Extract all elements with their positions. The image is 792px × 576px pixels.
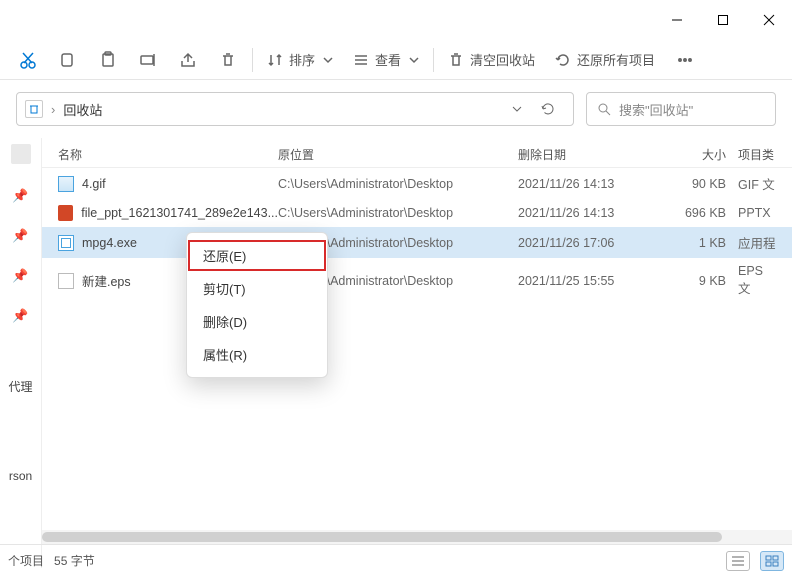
rename-icon[interactable] [128,42,168,78]
file-size: 696 KB [668,206,738,220]
file-date: 2021/11/26 17:06 [518,236,668,250]
col-deldate[interactable]: 删除日期 [518,146,668,163]
file-name: 4.gif [82,177,106,191]
view-details-button[interactable] [726,551,750,571]
column-headers: 名称 原位置 删除日期 大小 项目类 [42,138,792,168]
view-grid-button[interactable] [760,551,784,571]
restoreall-label: 还原所有项目 [577,50,655,69]
scrollbar-thumb[interactable] [42,532,722,542]
address-area: › 回收站 搜索"回收站" [0,80,792,138]
chevron-down-icon[interactable] [511,103,523,115]
file-row[interactable]: mpg4.exe C:\Users\Administrator\Desktop … [42,227,792,258]
restore-icon [555,52,571,68]
chevron-down-icon [323,55,333,65]
ppt-file-icon [58,205,73,221]
file-loc: C:\Users\Administrator\Desktop [278,177,518,191]
col-name[interactable]: 名称 [58,146,278,163]
file-pane: 名称 原位置 删除日期 大小 项目类 4.gif C:\Users\Admini… [42,138,792,568]
file-size: 1 KB [668,236,738,250]
left-rail: 📌 📌 📌 📌 代理 rson [0,138,42,568]
file-type: PPTX [738,206,776,220]
file-date: 2021/11/25 15:55 [518,274,668,288]
file-row[interactable]: 新建.eps C:\Users\Administrator\Desktop 20… [42,258,792,303]
empty-recyclebin-button[interactable]: 清空回收站 [438,42,545,78]
file-name: file_ppt_1621301741_289e2e143... [81,206,278,220]
more-button[interactable] [665,42,705,78]
main-area: 📌 📌 📌 📌 代理 rson 名称 原位置 删除日期 大小 项目类 4.gif… [0,138,792,568]
file-type: EPS 文 [738,264,776,297]
sort-button[interactable]: 排序 [257,42,343,78]
trash-icon [448,52,464,68]
view-icon [353,52,369,68]
minimize-button[interactable] [654,0,700,40]
ctx-cut[interactable]: 剪切(T) [187,272,327,305]
file-type: 应用程 [738,233,776,252]
rail-label: 代理 [8,378,32,395]
file-size: 9 KB [668,274,738,288]
file-size: 90 KB [668,177,738,191]
file-date: 2021/11/26 14:13 [518,177,668,191]
cut-icon[interactable] [8,42,48,78]
view-button[interactable]: 查看 [343,42,429,78]
search-icon [597,102,611,116]
ctx-delete[interactable]: 删除(D) [187,305,327,338]
maximize-button[interactable] [700,0,746,40]
breadcrumb-separator: › [51,102,55,117]
share-icon[interactable] [168,42,208,78]
horizontal-scrollbar[interactable] [42,530,792,544]
delete-icon[interactable] [208,42,248,78]
file-loc: C:\Users\Administrator\Desktop [278,206,518,220]
refresh-button[interactable] [531,92,565,126]
file-name: 新建.eps [82,271,131,290]
search-placeholder: 搜索"回收站" [619,100,693,119]
image-file-icon [58,176,74,192]
context-menu: 还原(E) 剪切(T) 删除(D) 属性(R) [186,232,328,378]
pin-icon[interactable]: 📌 [12,228,28,244]
status-bytes: 55 字节 [54,552,95,569]
close-button[interactable] [746,0,792,40]
eps-file-icon [58,273,74,289]
col-size[interactable]: 大小 [668,146,738,163]
file-row[interactable]: 4.gif C:\Users\Administrator\Desktop 202… [42,168,792,199]
sort-label: 排序 [289,50,315,69]
view-label: 查看 [375,50,401,69]
copy-icon[interactable] [48,42,88,78]
search-input[interactable]: 搜索"回收站" [586,92,776,126]
restore-all-button[interactable]: 还原所有项目 [545,42,665,78]
separator [252,48,253,72]
paste-icon[interactable] [88,42,128,78]
rail-label: rson [9,469,32,483]
pin-icon[interactable]: 📌 [12,308,28,324]
pin-icon[interactable]: 📌 [12,268,28,284]
separator [433,48,434,72]
rail-slot [11,144,31,164]
recyclebin-icon [25,100,43,118]
breadcrumb[interactable]: › 回收站 [16,92,574,126]
file-rows: 4.gif C:\Users\Administrator\Desktop 202… [42,168,792,303]
exe-file-icon [58,235,74,251]
pin-icon[interactable]: 📌 [12,188,28,204]
file-row[interactable]: file_ppt_1621301741_289e2e143... C:\User… [42,199,792,227]
file-name: mpg4.exe [82,236,137,250]
breadcrumb-location: 回收站 [63,100,102,119]
status-bar: 个项目 55 字节 [0,544,792,576]
status-items: 个项目 [8,552,44,569]
ctx-properties[interactable]: 属性(R) [187,338,327,371]
empty-label: 清空回收站 [470,50,535,69]
col-type[interactable]: 项目类 [738,146,776,163]
col-origloc[interactable]: 原位置 [278,146,518,163]
ctx-restore[interactable]: 还原(E) [187,239,327,272]
toolbar: 排序 查看 清空回收站 还原所有项目 [0,40,792,80]
sort-icon [267,52,283,68]
chevron-down-icon [409,55,419,65]
file-type: GIF 文 [738,174,776,193]
file-date: 2021/11/26 14:13 [518,206,668,220]
titlebar [0,0,792,40]
